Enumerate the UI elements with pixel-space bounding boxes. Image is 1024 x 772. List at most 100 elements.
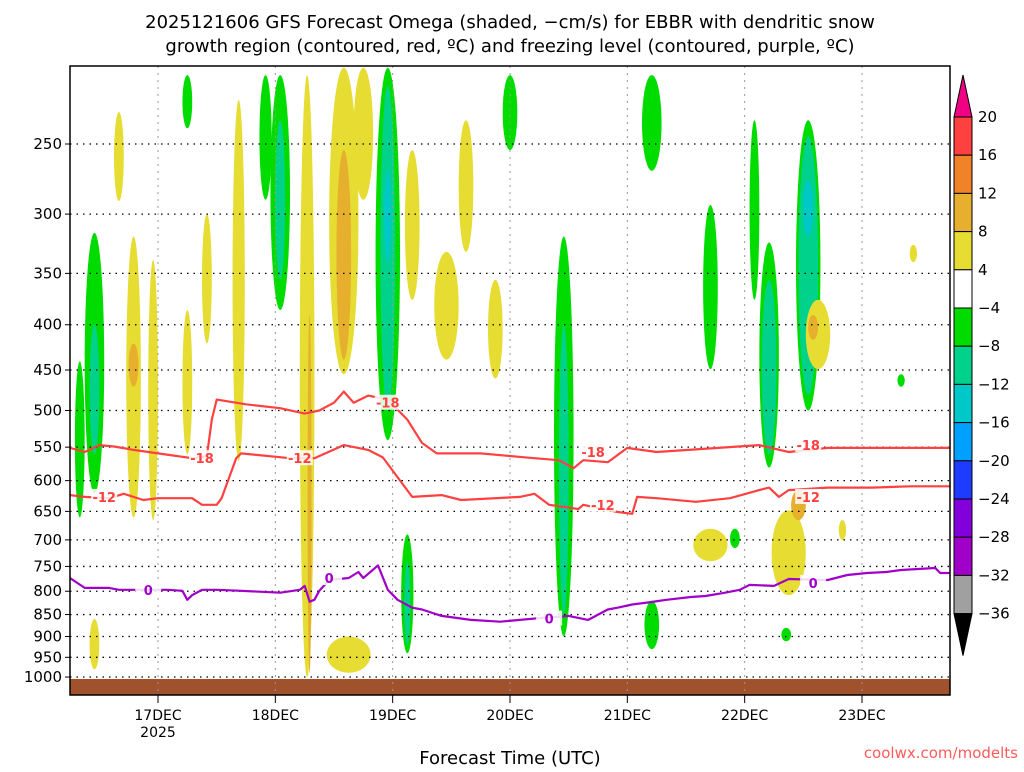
- x-tick-label: 23DEC: [838, 708, 885, 724]
- omega-cell: [434, 251, 459, 360]
- y-tick-label: 400: [33, 316, 62, 334]
- colorbar-bin: [953, 307, 973, 347]
- y-tick-label: 1000: [24, 668, 62, 686]
- omega-cell: [781, 627, 792, 642]
- x-tick-label: 19DEC: [369, 708, 416, 724]
- omega-cell: [336, 150, 352, 360]
- colorbar-bin: [953, 574, 973, 615]
- omega-cell: [275, 120, 286, 280]
- omega-cell: [909, 244, 917, 263]
- omega-cell: [642, 75, 662, 171]
- omega-cell: [182, 310, 193, 455]
- y-tick-label: 350: [33, 264, 62, 282]
- x-tick-label: 17DEC: [134, 708, 181, 724]
- y-tick-label: 250: [33, 135, 62, 153]
- colorbar-label: 8: [978, 223, 988, 241]
- omega-cell: [353, 67, 374, 200]
- y-tick-label: 800: [33, 582, 62, 600]
- colorbar-bin: [953, 269, 973, 309]
- colorbar-bin: [953, 116, 973, 156]
- y-tick-label: 700: [33, 531, 62, 549]
- y-tick-label: 750: [33, 557, 62, 575]
- contour-label: 0: [144, 584, 153, 599]
- colorbar-label: 20: [978, 108, 997, 126]
- plot-frame: [69, 65, 951, 696]
- y-tick-label: 450: [33, 361, 62, 379]
- colorbar-bin: [953, 383, 973, 424]
- omega-cell: [730, 528, 740, 549]
- x-tick-label: 21DEC: [604, 708, 651, 724]
- colorbar-bin: [953, 536, 973, 576]
- colorbar-bin: [953, 498, 973, 538]
- omega-cell: [74, 361, 85, 518]
- omega-cell: [89, 324, 100, 455]
- y-tick-label: 550: [33, 438, 62, 456]
- contour-label: -12: [796, 491, 820, 506]
- colorbar: 20 16 12 8 4 −4 −8 −12 −16 −20 −24 −28 −32 −36: [953, 74, 1010, 656]
- colorbar-label: −36: [978, 605, 1010, 623]
- x-tick-sublabel: 2025: [140, 725, 176, 741]
- omega-cell: [488, 279, 503, 379]
- omega-cell: [326, 636, 371, 673]
- contour-label: -18: [581, 446, 605, 461]
- contour-label: -18: [796, 439, 820, 454]
- y-tick-label: 900: [33, 628, 62, 646]
- omega-cell: [761, 279, 777, 455]
- x-tick-label: 22DEC: [721, 708, 768, 724]
- contour-label: -18: [376, 397, 400, 412]
- omega-cell: [232, 100, 245, 461]
- colorbar-bin: [953, 422, 973, 462]
- contour-label: -18: [190, 452, 214, 467]
- colorbar-bin: [953, 460, 973, 500]
- omega-cell: [128, 343, 139, 387]
- colorbar-label: 16: [978, 146, 997, 164]
- colorbar-over-triangle: [953, 74, 973, 118]
- colorbar-label: −20: [978, 452, 1010, 470]
- colorbar-under-triangle: [953, 613, 973, 656]
- omega-cell: [803, 180, 814, 237]
- omega-cell: [749, 120, 760, 300]
- omega-cell: [703, 205, 718, 370]
- grid-lines: [70, 66, 950, 695]
- omega-cell: [259, 75, 272, 200]
- omega-cell: [808, 314, 818, 340]
- colorbar-bin: [953, 231, 973, 271]
- y-tick-label: 850: [33, 606, 62, 624]
- credit-text: coolwx.com/modelts: [864, 744, 1018, 762]
- x-tick-label: 18DEC: [252, 708, 299, 724]
- omega-cell: [458, 120, 474, 252]
- omega-cell: [182, 75, 193, 129]
- colorbar-label: −28: [978, 528, 1010, 546]
- colorbar-label: −32: [978, 566, 1010, 584]
- x-tick-label: 20DEC: [486, 708, 533, 724]
- omega-cell: [307, 314, 312, 674]
- colorbar-bin: [953, 345, 973, 385]
- omega-cell: [502, 75, 518, 151]
- colorbar-label: −24: [978, 490, 1010, 508]
- colorbar-label: 12: [978, 184, 997, 202]
- chart-title-line2: growth region (contoured, red, ºC) and f…: [165, 36, 854, 57]
- omega-cell: [89, 619, 100, 670]
- omega-cell: [384, 170, 392, 263]
- contour-label: 0: [325, 572, 334, 587]
- contour-label: 0: [809, 577, 818, 592]
- y-tick-label: 500: [33, 402, 62, 420]
- chart-title-line1: 2025121606 GFS Forecast Omega (shaded, −…: [145, 12, 875, 33]
- colorbar-label: 4: [978, 261, 988, 279]
- omega-cell: [838, 520, 847, 540]
- omega-cell: [897, 374, 905, 387]
- omega-cell: [693, 528, 728, 562]
- omega-cell: [404, 150, 420, 300]
- colorbar-bin: [953, 154, 973, 194]
- omega-time-height-chart: 2025121606 GFS Forecast Omega (shaded, −…: [24, 12, 1018, 769]
- contour-label: -12: [591, 499, 615, 514]
- contour-label: -12: [288, 452, 312, 467]
- contour-label: -12: [92, 491, 116, 506]
- x-axis: 17DEC2025 18DEC 19DEC 20DEC 21DEC 22DEC 23DEC: [134, 695, 886, 741]
- x-axis-label: Forecast Time (UTC): [419, 748, 600, 768]
- omega-shading: [74, 67, 917, 678]
- omega-cell: [558, 324, 569, 615]
- colorbar-bin: [953, 192, 973, 233]
- y-axis: 250 300 350 400 450 500 550 600 650 700 750 800 850 9…: [24, 135, 70, 686]
- omega-cell: [148, 259, 158, 521]
